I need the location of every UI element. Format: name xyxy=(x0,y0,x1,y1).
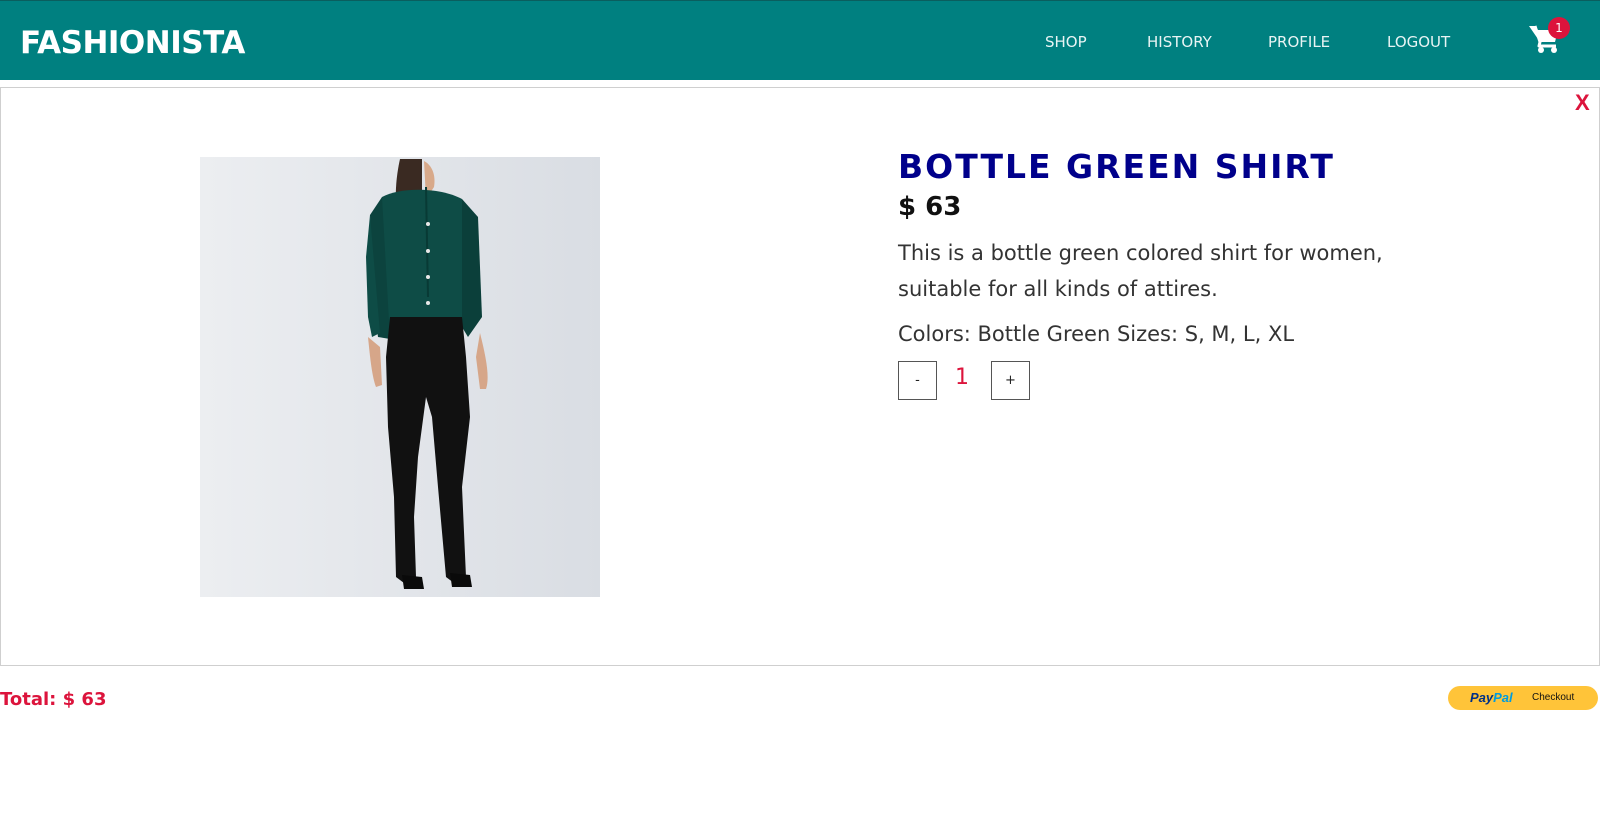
increase-quantity-button[interactable]: + xyxy=(991,361,1030,400)
paypal-logo-pay: Pay xyxy=(1470,690,1494,705)
nav-link-logout[interactable]: LOGOUT xyxy=(1387,32,1450,52)
close-button[interactable]: X xyxy=(1575,91,1590,115)
product-description: This is a bottle green colored shirt for… xyxy=(898,241,1383,301)
product-price: $ 63 xyxy=(898,192,962,222)
nav-link-history[interactable]: HISTORY xyxy=(1147,32,1212,52)
paypal-checkout-label: Checkout xyxy=(1532,692,1575,703)
paypal-logo-pal: Pal xyxy=(1493,690,1513,705)
paypal-checkout-button[interactable]: PayPal Checkout xyxy=(1448,686,1598,710)
quantity-value: 1 xyxy=(955,365,969,390)
brand-logo[interactable]: FASHIONISTA xyxy=(20,23,245,63)
decrease-quantity-button[interactable]: - xyxy=(898,361,937,400)
navbar: FASHIONISTA SHOP HISTORY PROFILE LOGOUT … xyxy=(0,0,1600,80)
cart-total: Total: $ 63 xyxy=(0,689,107,710)
product-colors-sizes: Colors: Bottle Green Sizes: S, M, L, XL xyxy=(898,322,1295,346)
product-title: BOTTLE GREEN SHIRT xyxy=(898,147,1335,186)
product-image xyxy=(200,157,600,597)
cart-count-badge: 1 xyxy=(1548,17,1570,39)
nav-link-shop[interactable]: SHOP xyxy=(1045,32,1087,52)
nav-link-profile[interactable]: PROFILE xyxy=(1268,32,1330,52)
paypal-logo: PayPal xyxy=(1470,689,1513,707)
